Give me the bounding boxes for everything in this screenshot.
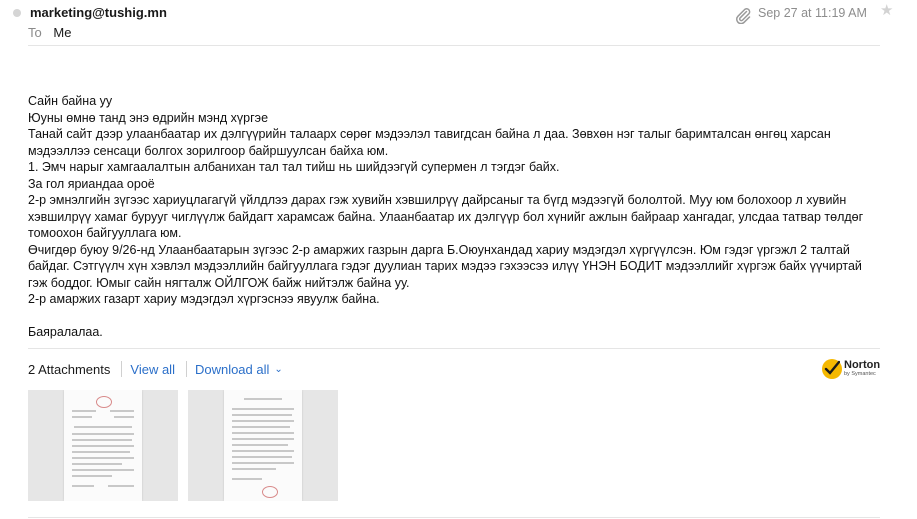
greeting: Сайн байна уу [28,94,113,108]
attachment-thumbnail[interactable] [188,390,338,501]
message-body: Сайн байна уу Юуны өмнө танд энэ өдрийн … [28,93,883,341]
recipient-name[interactable]: Me [53,25,71,40]
norton-check-icon [822,359,842,379]
attachments-divider [28,348,880,349]
body-paragraph: 2-р амаржих газарт хариу мэдэгдэл хүргэс… [28,292,380,306]
seal-icon [96,396,112,408]
bottom-divider [28,517,880,518]
document-preview [64,390,142,501]
body-paragraph: Өчигдөр буюу 9/26-нд Улаанбаатарын зүгээ… [28,242,862,290]
document-preview [224,390,302,501]
to-label: To [28,25,42,40]
recipient-line: To Me [28,25,71,40]
separator [185,361,187,377]
attachments-bar: 2 Attachments View all Download all ⌄ [28,360,283,378]
unread-dot [13,9,21,17]
seal-icon [262,486,278,498]
body-paragraph: За гол яриандаа ороё [28,176,155,191]
norton-name: Norton [844,359,881,372]
download-all-link[interactable]: Download all [195,362,269,377]
attachment-thumbnail[interactable] [28,390,178,501]
norton-badge: Norton by Symantec [822,356,882,382]
norton-subtitle: by Symantec [844,371,876,378]
received-date: Sep 27 at 11:19 AM [758,6,867,20]
body-paragraph: Юуны өмнө танд энэ өдрийн мэнд хүргэе [28,110,269,125]
header-divider [28,45,880,46]
chevron-down-icon[interactable]: ⌄ [274,364,282,375]
sender-address[interactable]: marketing@tushig.mn [30,5,167,20]
separator [121,361,123,377]
body-paragraph: Танай сайт дээр улаанбаатар их дэлгүүрий… [28,127,831,158]
star-icon[interactable]: ★ [880,3,893,18]
closing: Баяралалаа. [28,325,103,339]
attachments-count: 2 Attachments [28,361,111,377]
view-all-link[interactable]: View all [130,362,175,377]
body-paragraph: 1. Эмч нарыг хамгаалалтын албанихан тал … [28,160,560,174]
paperclip-icon [736,8,751,24]
body-paragraph: 2-р эмнэлгийн зүгээс хариуцлагагүй үйлдл… [28,193,864,240]
